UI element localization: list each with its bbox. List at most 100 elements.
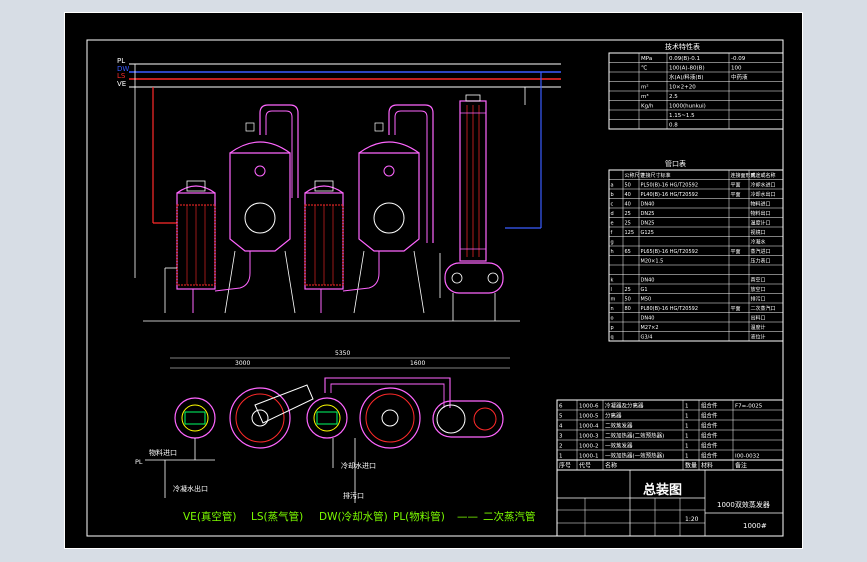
nozzle-cell: k [611, 278, 614, 284]
tech-value: 0.8 [669, 123, 678, 129]
bom-cell: 组合件 [701, 422, 718, 430]
nozzle-cell: 排污口 [751, 296, 766, 303]
bom-cell: 1000-6 [579, 404, 599, 410]
legend-dash: —— [457, 511, 478, 523]
nozzle-cell: 80 [625, 306, 631, 312]
bom-cell: 1 [685, 404, 689, 410]
second-effect-heater [304, 180, 344, 313]
bom-header-cell: 材料 [701, 462, 713, 470]
bom-header-cell: 代号 [579, 462, 591, 470]
dim-1: 3000 [235, 360, 250, 367]
nozzle-cell: PL40(B)-16 HG/T20592 [641, 192, 699, 198]
nozzle-cell: 125 [625, 230, 635, 236]
nozzle-cell: 物料出口 [751, 210, 771, 217]
pipe-header-lines: PL DW LS VE [117, 57, 561, 278]
bom-header-cell: 名称 [605, 462, 617, 470]
technical-spec-table: MPa 0.09(B)-0.1 -0.09 ℃ 100(A)-80(B) 100 水(A)/… [608, 52, 784, 130]
bom-cell: 6 [559, 404, 563, 410]
tech-value: 2.5 [669, 94, 678, 100]
bom-cell: 分离器 [605, 412, 622, 420]
tech-unit: m³ [641, 93, 649, 100]
bom-cell: 冷凝器及分离器 [605, 402, 644, 410]
nozzle-cell: 连接尺寸标准 [641, 172, 671, 179]
bom-header-cell: 备注 [735, 462, 747, 470]
bom-cell: 2 [559, 444, 563, 450]
nozzle-cell: M27×2 [641, 325, 659, 331]
bom-cell: 1 [559, 454, 563, 460]
tech-table-title: 技术特性表 [665, 42, 700, 51]
nozzle-cell: 冷却水进口 [751, 182, 776, 189]
tech-unit: m² [641, 84, 649, 91]
nozzle-cell: 放空口 [751, 286, 766, 293]
bom-cell: 1 [685, 434, 689, 440]
nozzle-cell: 物料进口 [751, 201, 771, 208]
nozzle-cell: 平面 [731, 183, 741, 189]
nozzle-cell: g [611, 240, 614, 246]
nozzle-cell: h [611, 249, 614, 255]
nozzle-cell: DN40 [641, 278, 655, 284]
plan-condenser [432, 400, 504, 438]
pipe-label-pl: PL [117, 57, 125, 65]
plan-heater-2 [306, 397, 348, 439]
bill-of-materials: 6 1000-6 冷凝器及分离器 1 组合件 F7=-0025 5 1000-5 分离器 1 组合件… [556, 399, 784, 471]
tech-unit: MPa [641, 56, 652, 62]
legend-dw: DW(冷却水管) [319, 510, 388, 523]
bom-cell: 1000-2 [579, 444, 598, 450]
nozzle-cell: p [611, 325, 614, 331]
tech-value-2: 100 [731, 66, 742, 72]
legend-secondary-steam: 二次蒸汽管 [483, 510, 536, 523]
bom-header-cell: 序号 [559, 462, 571, 470]
nozzle-cell: o [611, 316, 614, 322]
label-liquid-inlet: 物料进口 [149, 448, 177, 457]
nozzle-cell: 25 [625, 287, 631, 293]
bom-cell: 1000-5 [579, 414, 599, 420]
nozzle-cell: PL50(B)-16 HG/T20592 [641, 183, 699, 189]
plan-heater-1 [174, 397, 216, 439]
bom-cell: 二效蒸发器 [605, 422, 633, 430]
nozzle-cell: 二次蒸汽口 [751, 305, 776, 312]
elevation-view [143, 94, 520, 322]
tech-value: 10×2+20 [669, 85, 696, 91]
bom-cell: 二效加热器(二效预热器) [605, 432, 664, 440]
bom-cell: 4 [559, 424, 563, 430]
tech-value: 0.09(B)-0.1 [669, 56, 700, 62]
bom-cell: 1 [685, 424, 689, 430]
pipe-label-ve: VE [117, 80, 126, 88]
label-condensate: 冷凝水出口 [173, 484, 208, 493]
second-effect-evaporator [342, 104, 434, 314]
tech-value: 水(A)/料液(B) [669, 73, 703, 81]
tech-value: 100(A)-80(B) [669, 66, 705, 72]
label-cooling-water-in: 冷却水进口 [341, 461, 376, 470]
bom-header-cell: 数量 [685, 462, 697, 470]
nozzle-cell: DN40 [641, 202, 655, 208]
nozzle-cell: 50 [625, 183, 631, 189]
bom-cell: 1 [685, 454, 689, 460]
nozzle-cell: c [611, 202, 614, 208]
nozzle-cell: G1 [641, 287, 648, 293]
nozzle-cell: 蒸汽进口 [751, 248, 771, 255]
nozzle-cell: 压力表口 [751, 258, 771, 265]
pipe-label-ls: LS [117, 72, 126, 80]
bom-cell: 1 [685, 414, 689, 420]
nozzle-cell: DN25 [641, 221, 655, 227]
receiver-tanks [439, 253, 504, 321]
bom-cell: 1 [685, 444, 689, 450]
bom-cell: 1000-4 [579, 424, 599, 430]
title-main: 总装图 [643, 482, 682, 498]
nozzle-cell: q [611, 335, 614, 341]
nozzle-cell: b [611, 192, 614, 198]
plan-evaporator-1 [229, 387, 291, 449]
nozzle-cell: 冷凝水 [751, 239, 766, 246]
label-pl-tag: PL [135, 458, 143, 466]
nozzle-cell: 65 [625, 249, 631, 255]
nozzle-cell: l [611, 287, 612, 293]
assembly-drawing-canvas: PL DW LS VE 5350 3000 1600 物料进口 PL 冷凝水出口… [86, 39, 784, 537]
nozzle-cell: DN25 [641, 211, 655, 217]
nozzle-cell: 50 [625, 297, 631, 303]
nozzle-cell: 视镜口 [751, 229, 766, 236]
nozzle-table-title: 管口表 [665, 159, 686, 168]
bom-cell: 组合件 [701, 442, 718, 450]
bom-cell: Ⅰ00-0032 [735, 454, 760, 460]
nozzle-cell: 25 [625, 221, 631, 227]
title-drawing-no: 1000# [743, 522, 767, 530]
